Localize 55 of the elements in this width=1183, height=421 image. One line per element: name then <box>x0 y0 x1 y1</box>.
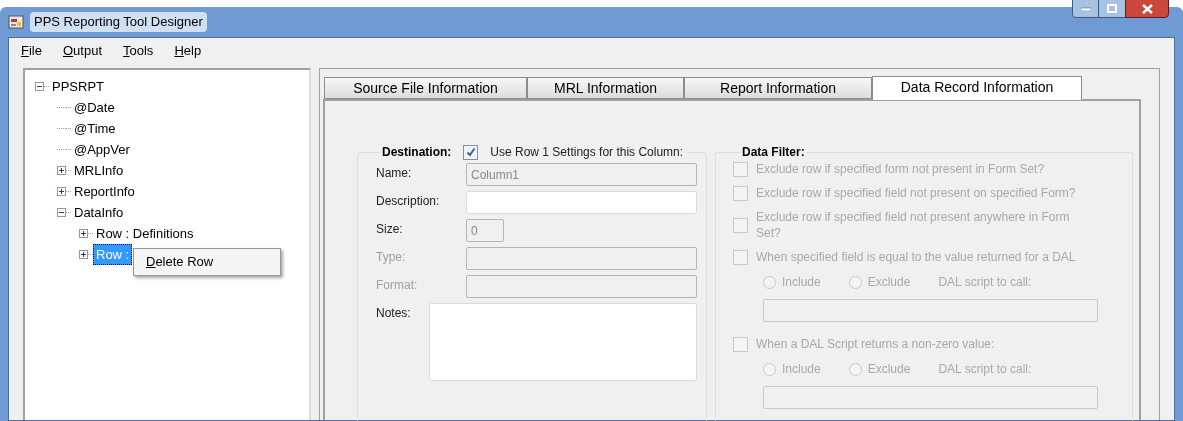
collapse-icon[interactable] <box>35 82 44 91</box>
checkmark-icon <box>465 147 476 157</box>
tree-item[interactable]: Row : Definitions <box>93 222 197 245</box>
expand-icon[interactable] <box>79 229 88 238</box>
radio-label: Include <box>782 274 821 291</box>
maximize-icon <box>1107 4 1117 13</box>
script-label: DAL script to call: <box>938 361 1032 378</box>
tree-item[interactable]: ReportInfo <box>71 180 138 203</box>
maximize-button[interactable] <box>1099 0 1125 18</box>
checkbox-label: Exclude row if specified field not present on specified Form? <box>756 185 1076 201</box>
checkbox-label: Exclude row if specified form not present in Form Set? <box>756 161 1045 177</box>
window-title: PPS Reporting Tool Designer <box>30 12 207 32</box>
menu-item[interactable]: Tools <box>123 41 154 61</box>
tree-item[interactable]: DataInfo <box>71 201 127 224</box>
tree-item[interactable]: @Time <box>71 117 119 140</box>
script-label: DAL script to call: <box>938 274 1032 291</box>
group-title: Destination: <box>382 144 452 161</box>
radio-label: Exclude <box>867 274 911 291</box>
field-label: Description: <box>376 193 441 210</box>
expand-icon[interactable] <box>79 250 88 259</box>
close-button[interactable] <box>1125 0 1169 18</box>
menu-item[interactable]: File <box>21 41 42 61</box>
field-label: Size: <box>376 221 404 238</box>
expand-icon[interactable] <box>57 187 66 196</box>
tree-item[interactable]: @AppVer <box>71 138 133 161</box>
tree-item[interactable]: MRLInfo <box>71 159 127 182</box>
menu-item[interactable]: Help <box>174 41 202 61</box>
close-icon <box>1141 3 1153 14</box>
field-label: Notes: <box>376 305 412 322</box>
expand-icon[interactable] <box>57 166 66 175</box>
group-title: Data Filter: <box>741 144 806 161</box>
field-label: Format: <box>376 277 419 294</box>
checkbox-label: Exclude row if specified field not present anywhere in Form Set? <box>756 209 1071 241</box>
minimize-icon <box>1080 6 1091 11</box>
tab[interactable]: Report Information <box>684 77 872 99</box>
tree-item[interactable]: @Date <box>71 96 118 119</box>
menu-item[interactable]: Output <box>62 41 102 61</box>
radio-label: Exclude <box>867 361 911 378</box>
field-label: Name: <box>376 165 413 182</box>
checkbox-label: When specified field is equal to the value returned for a DAL <box>756 249 1076 265</box>
tab[interactable]: Source File Information <box>324 77 527 99</box>
notes-field[interactable] <box>429 303 697 381</box>
checkbox[interactable] <box>463 144 479 160</box>
context-menu-item[interactable]: Delete Row <box>136 251 278 273</box>
field-label: Type: <box>376 249 407 266</box>
minimize-button[interactable] <box>1072 0 1099 18</box>
text-field[interactable] <box>466 191 697 214</box>
tab[interactable]: MRL Information <box>527 77 684 99</box>
radio-label: Include <box>782 361 821 378</box>
tree-item[interactable]: PPSRPT <box>49 75 107 98</box>
app-icon <box>8 14 24 30</box>
checkbox-label: Use Row 1 Settings for this Column: <box>490 144 684 161</box>
collapse-icon[interactable] <box>57 208 66 217</box>
tab[interactable]: Data Record Information <box>872 76 1082 100</box>
checkbox-label: When a DAL Script returns a non-zero value: <box>756 336 995 352</box>
